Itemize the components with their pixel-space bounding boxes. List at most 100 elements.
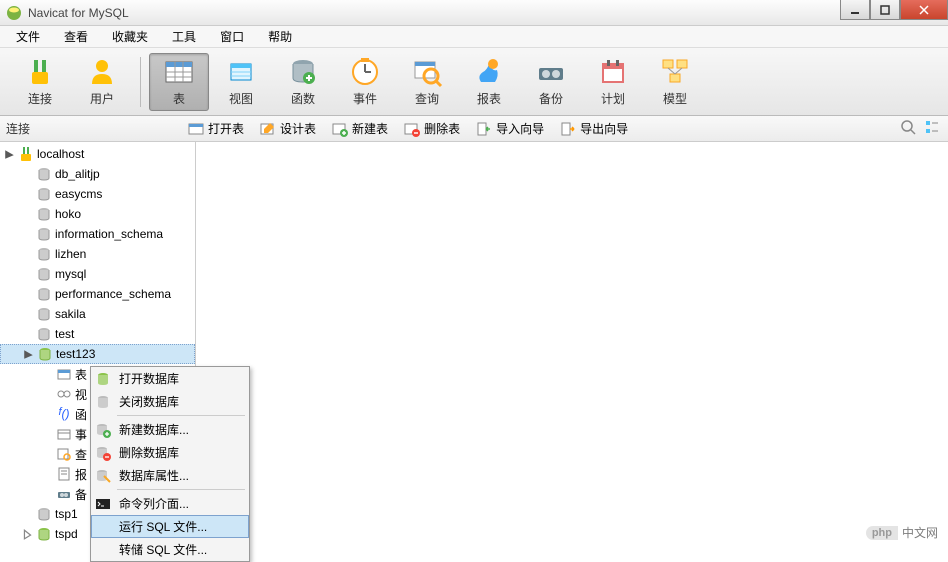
close-button[interactable] — [900, 0, 948, 20]
collapse-icon[interactable] — [4, 149, 15, 160]
tree-db[interactable]: information_schema — [0, 224, 195, 244]
search-icon[interactable] — [900, 119, 916, 138]
tool-backup[interactable]: 备份 — [521, 53, 581, 111]
db-delete-icon — [95, 445, 111, 461]
list-view-icon[interactable] — [924, 119, 940, 138]
db-icon — [95, 394, 111, 410]
db-icon — [36, 326, 52, 342]
tool-connection[interactable]: 连接 — [10, 53, 70, 111]
tool-event[interactable]: 事件 — [335, 53, 395, 111]
db-icon — [36, 266, 52, 282]
ctx-new-db[interactable]: 新建数据库... — [91, 418, 249, 441]
db-icon — [36, 286, 52, 302]
db-icon — [36, 226, 52, 242]
watermark: php 中文网 — [866, 524, 938, 541]
schedule-icon — [597, 56, 629, 88]
expand-icon[interactable] — [22, 529, 33, 540]
tree-db[interactable]: test — [0, 324, 195, 344]
btn-export-wizard[interactable]: 导出向导 — [552, 118, 636, 139]
ctx-close-db[interactable]: 关闭数据库 — [91, 390, 249, 413]
delete-table-icon — [404, 121, 420, 137]
sub-toolbar-label: 连接 — [6, 120, 180, 137]
menu-window[interactable]: 窗口 — [208, 26, 256, 47]
tool-view[interactable]: 视图 — [211, 53, 271, 111]
tool-function[interactable]: 函数 — [273, 53, 333, 111]
tool-label: 用户 — [90, 90, 114, 107]
btn-design-table[interactable]: 设计表 — [252, 118, 324, 139]
cli-icon — [95, 496, 111, 512]
tool-label: 视图 — [229, 90, 253, 107]
tool-label: 函数 — [291, 90, 315, 107]
function-icon — [287, 56, 319, 88]
tree-db[interactable]: hoko — [0, 204, 195, 224]
export-icon — [560, 121, 576, 137]
tool-label: 事件 — [353, 90, 377, 107]
menu-file[interactable]: 文件 — [4, 26, 52, 47]
host-icon — [18, 146, 34, 162]
tree-db[interactable]: lizhen — [0, 244, 195, 264]
folder-query-icon — [56, 446, 72, 462]
db-open-icon — [37, 346, 53, 362]
tool-label: 报表 — [477, 90, 501, 107]
btn-delete-table[interactable]: 删除表 — [396, 118, 468, 139]
backup-icon — [535, 56, 567, 88]
dump-sql-icon — [95, 542, 111, 558]
watermark-badge: php — [866, 526, 898, 540]
ctx-run-sql[interactable]: 运行 SQL 文件... — [91, 515, 249, 538]
table-icon — [163, 56, 195, 88]
tool-label: 计划 — [601, 90, 625, 107]
menu-help[interactable]: 帮助 — [256, 26, 304, 47]
maximize-button[interactable] — [870, 0, 900, 20]
import-icon — [476, 121, 492, 137]
connection-icon — [24, 56, 56, 88]
folder-report-icon — [56, 466, 72, 482]
menu-favorites[interactable]: 收藏夹 — [100, 26, 160, 47]
tree-db[interactable]: easycms — [0, 184, 195, 204]
btn-open-table[interactable]: 打开表 — [180, 118, 252, 139]
collapse-icon[interactable] — [23, 349, 34, 360]
user-icon — [86, 56, 118, 88]
db-open-icon — [36, 526, 52, 542]
btn-new-table[interactable]: 新建表 — [324, 118, 396, 139]
db-icon — [36, 306, 52, 322]
run-sql-icon — [95, 519, 111, 535]
tool-report[interactable]: 报表 — [459, 53, 519, 111]
db-open-icon — [95, 371, 111, 387]
ctx-cli[interactable]: 命令列介面... — [91, 492, 249, 515]
tool-model[interactable]: 模型 — [645, 53, 705, 111]
tree-db-selected[interactable]: test123 — [0, 344, 195, 364]
ctx-separator — [117, 489, 245, 490]
tree-db[interactable]: db_alitjp — [0, 164, 195, 184]
ctx-delete-db[interactable]: 删除数据库 — [91, 441, 249, 464]
model-icon — [659, 56, 691, 88]
folder-event-icon — [56, 426, 72, 442]
tree-host[interactable]: localhost — [0, 144, 195, 164]
ctx-db-props[interactable]: 数据库属性... — [91, 464, 249, 487]
tool-label: 查询 — [415, 90, 439, 107]
btn-import-wizard[interactable]: 导入向导 — [468, 118, 552, 139]
window-title: Navicat for MySQL — [28, 6, 129, 20]
tree-db[interactable]: sakila — [0, 304, 195, 324]
tree-db[interactable]: performance_schema — [0, 284, 195, 304]
tool-label: 模型 — [663, 90, 687, 107]
query-icon — [411, 56, 443, 88]
tool-schedule[interactable]: 计划 — [583, 53, 643, 111]
tool-label: 备份 — [539, 90, 563, 107]
db-icon — [36, 186, 52, 202]
tree-db[interactable]: mysql — [0, 264, 195, 284]
menu-tools[interactable]: 工具 — [160, 26, 208, 47]
ctx-open-db[interactable]: 打开数据库 — [91, 367, 249, 390]
menu-view[interactable]: 查看 — [52, 26, 100, 47]
toolbar-divider — [140, 57, 141, 107]
tool-user[interactable]: 用户 — [72, 53, 132, 111]
tool-table[interactable]: 表 — [149, 53, 209, 111]
tool-label: 表 — [173, 90, 185, 107]
tool-query[interactable]: 查询 — [397, 53, 457, 111]
tool-label: 连接 — [28, 90, 52, 107]
ctx-dump-sql[interactable]: 转储 SQL 文件... — [91, 538, 249, 561]
event-icon — [349, 56, 381, 88]
new-table-icon — [332, 121, 348, 137]
db-props-icon — [95, 468, 111, 484]
db-icon — [36, 166, 52, 182]
minimize-button[interactable] — [840, 0, 870, 20]
